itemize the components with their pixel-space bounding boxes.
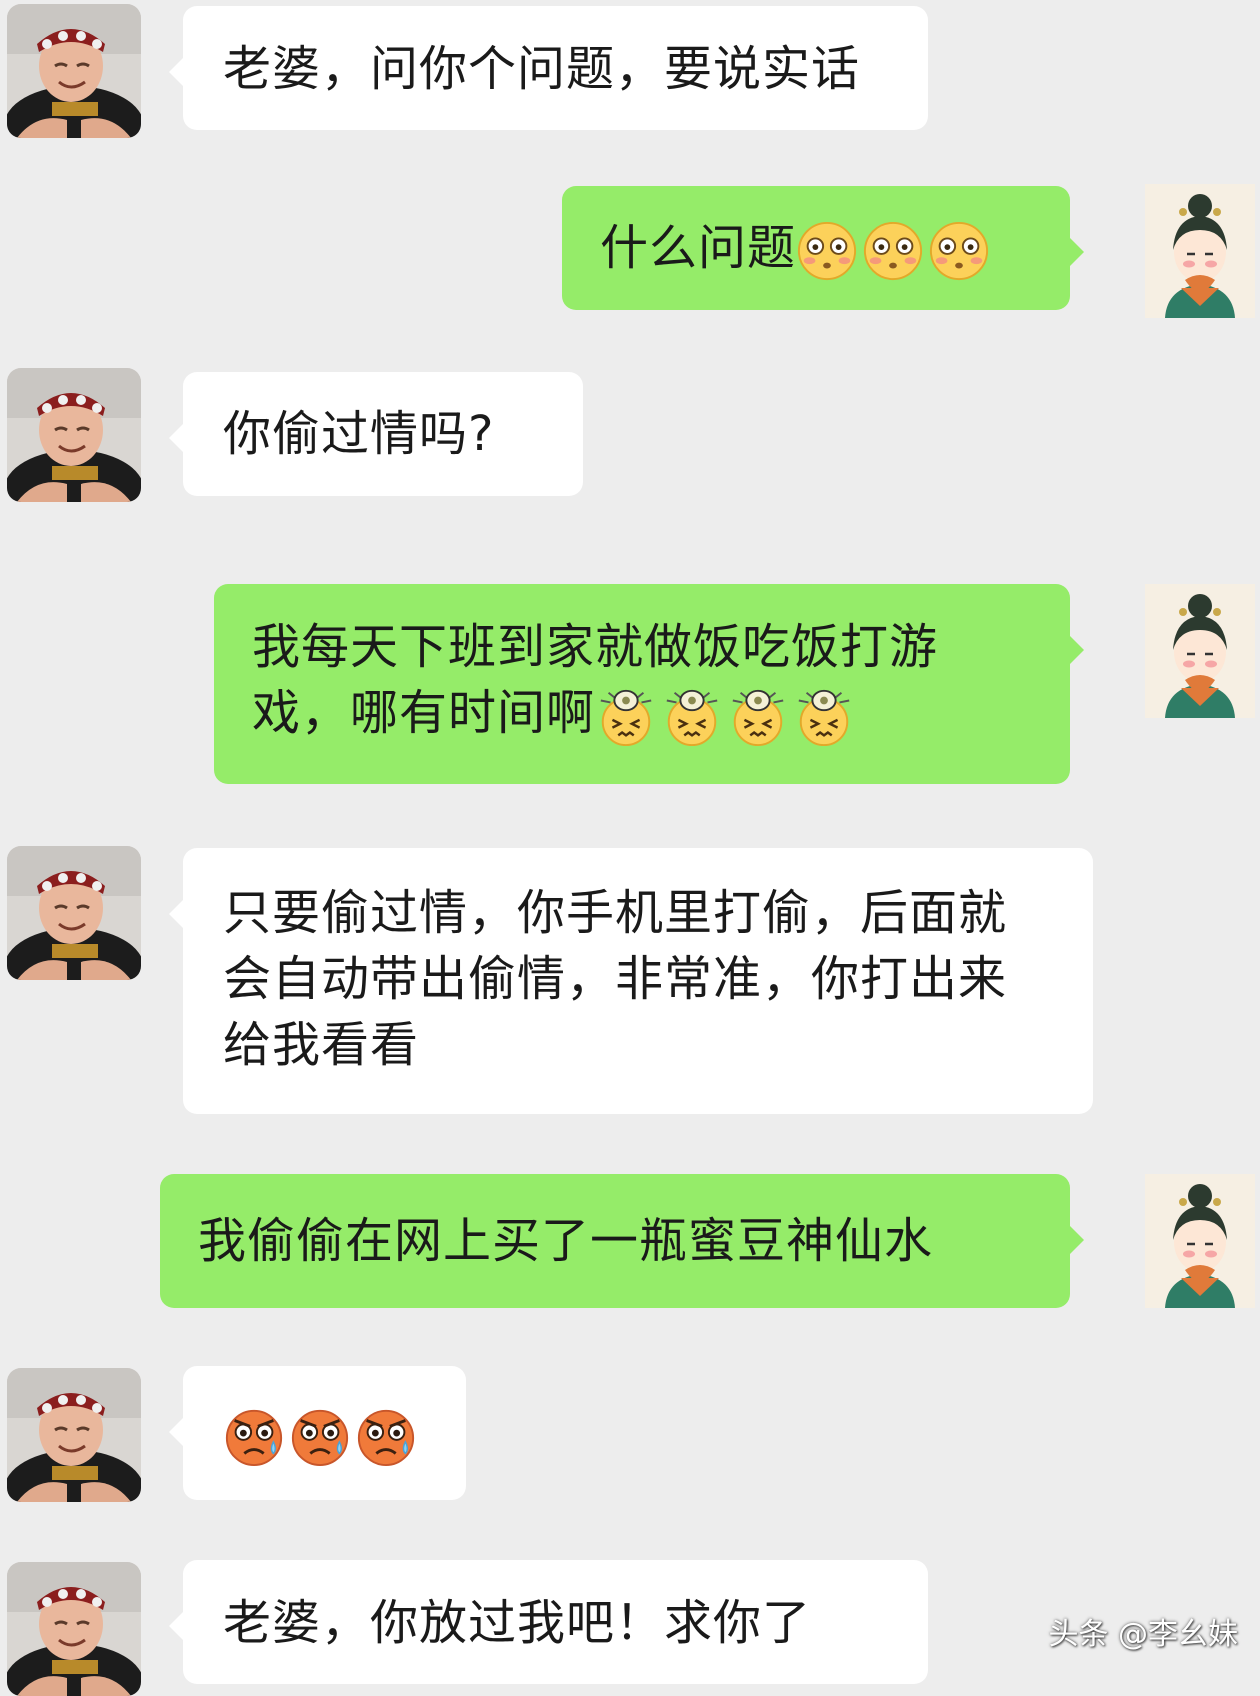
message-bubble-5[interactable]: 只要偷过情，你手机里打偷，后面就会自动带出偷情，非常准，你打出来给我看看 bbox=[169, 848, 1093, 1114]
emoji-group bbox=[595, 685, 859, 741]
flushed-face-emoji bbox=[862, 220, 924, 282]
husband-avatar[interactable] bbox=[7, 4, 141, 138]
angry-sweat-face-emoji bbox=[289, 1405, 351, 1467]
message-bubble-1[interactable]: 老婆，问你个问题，要说实话 bbox=[169, 6, 928, 130]
angry-sweat-face-emoji bbox=[355, 1405, 417, 1467]
husband-avatar[interactable] bbox=[7, 368, 141, 502]
watermark: 头条 @李幺妹 bbox=[1048, 1617, 1238, 1652]
emoji-group bbox=[223, 1405, 421, 1461]
message-text: 什么问题 bbox=[600, 220, 797, 276]
message-text: 你偷过情吗? bbox=[223, 406, 495, 462]
message-bubble-3[interactable]: 你偷过情吗? bbox=[169, 372, 583, 496]
message-text: 老婆，问你个问题，要说实话 bbox=[223, 41, 861, 97]
emoji-group bbox=[796, 220, 994, 276]
confounded-face-emoji bbox=[661, 685, 723, 747]
husband-avatar[interactable] bbox=[7, 846, 141, 980]
wife-avatar[interactable] bbox=[1145, 1174, 1255, 1308]
message-bubble-2[interactable]: 什么问题 bbox=[562, 186, 1084, 310]
message-bubble-6[interactable]: 我偷偷在网上买了一瓶蜜豆神仙水 bbox=[160, 1174, 1084, 1308]
message-text: 只要偷过情，你手机里打偷，后面就会自动带出偷情，非常准，你打出来给我看看 bbox=[223, 885, 1008, 1073]
confounded-face-emoji bbox=[793, 685, 855, 747]
angry-sweat-face-emoji bbox=[223, 1405, 285, 1467]
message-bubble-7[interactable] bbox=[169, 1366, 466, 1500]
message-text: 我偷偷在网上买了一瓶蜜豆神仙水 bbox=[198, 1213, 934, 1269]
flushed-face-emoji bbox=[928, 220, 990, 282]
wife-avatar[interactable] bbox=[1145, 184, 1255, 318]
husband-avatar[interactable] bbox=[7, 1368, 141, 1502]
message-bubble-8[interactable]: 老婆，你放过我吧！求你了 bbox=[169, 1560, 928, 1684]
flushed-face-emoji bbox=[796, 220, 858, 282]
confounded-face-emoji bbox=[727, 685, 789, 747]
message-bubble-4[interactable]: 我每天下班到家就做饭吃饭打游戏，哪有时间啊 bbox=[214, 584, 1084, 784]
message-text: 老婆，你放过我吧！求你了 bbox=[223, 1595, 812, 1651]
confounded-face-emoji bbox=[595, 685, 657, 747]
husband-avatar[interactable] bbox=[7, 1562, 141, 1696]
wife-avatar[interactable] bbox=[1145, 584, 1255, 718]
